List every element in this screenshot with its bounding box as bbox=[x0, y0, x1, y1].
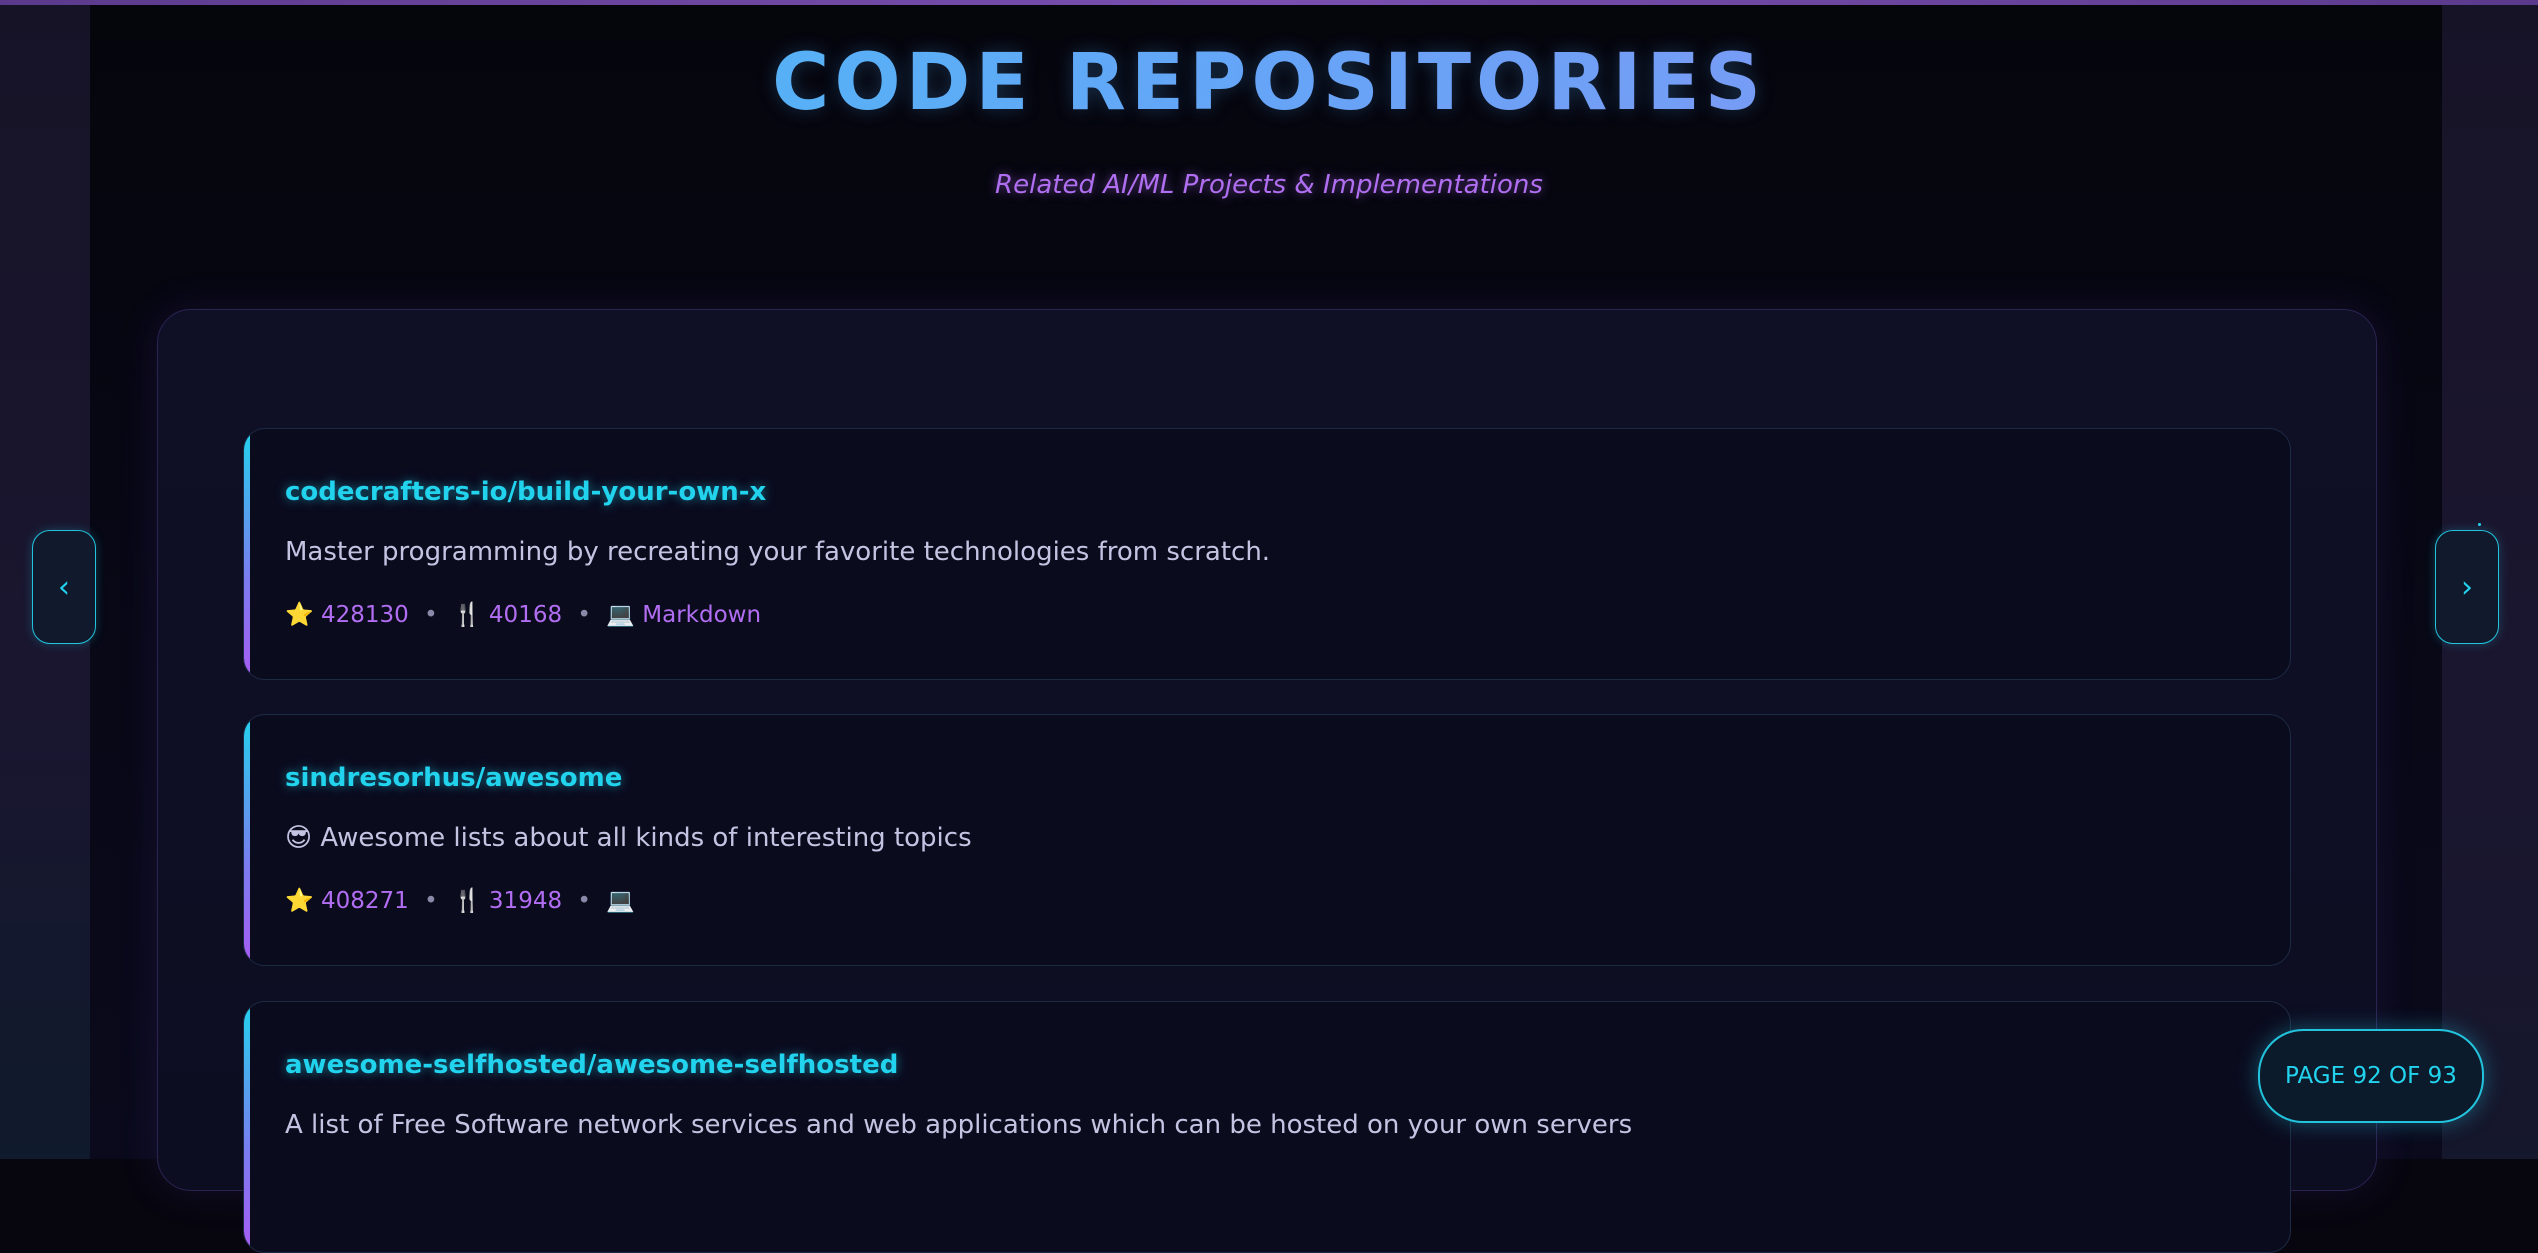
repo-name-link[interactable]: codecrafters-io/build-your-own-x bbox=[285, 477, 766, 507]
page-indicator-badge: PAGE 92 OF 93 bbox=[2258, 1029, 2484, 1123]
repo-description: A list of Free Software network services… bbox=[285, 1110, 1633, 1140]
meta-separator: • bbox=[577, 888, 591, 914]
prev-page-button[interactable]: ‹ bbox=[32, 530, 96, 644]
chevron-right-icon: › bbox=[2461, 569, 2473, 605]
chevron-left-icon: ‹ bbox=[58, 569, 70, 605]
repo-meta: ⭐ 428130 • 🍴 40168 • 💻 Markdown bbox=[285, 601, 761, 628]
repo-card[interactable]: awesome-selfhosted/awesome-selfhosted A … bbox=[243, 1001, 2291, 1253]
meta-separator: • bbox=[424, 602, 438, 628]
repo-forks: 40168 bbox=[488, 602, 563, 628]
next-page-button[interactable]: › bbox=[2435, 530, 2499, 644]
repo-stars: 428130 bbox=[320, 602, 409, 628]
repo-card[interactable]: sindresorhus/awesome 😎 Awesome lists abo… bbox=[243, 714, 2291, 966]
meta-separator: • bbox=[424, 888, 438, 914]
fork-icon: 🍴 bbox=[452, 602, 482, 628]
page-title: CODE REPOSITORIES bbox=[0, 38, 2538, 128]
repo-card[interactable]: codecrafters-io/build-your-own-x Master … bbox=[243, 428, 2291, 680]
meta-separator: • bbox=[577, 602, 591, 628]
page-subtitle: Related AI/ML Projects & Implementations bbox=[995, 170, 1543, 200]
repo-name-link[interactable]: awesome-selfhosted/awesome-selfhosted bbox=[285, 1050, 898, 1080]
repo-forks: 31948 bbox=[488, 888, 563, 914]
repo-meta: ⭐ 408271 • 🍴 31948 • 💻 bbox=[285, 887, 635, 914]
star-icon: ⭐ bbox=[285, 602, 314, 628]
repo-name-link[interactable]: sindresorhus/awesome bbox=[285, 763, 622, 793]
repo-description: 😎 Awesome lists about all kinds of inter… bbox=[285, 823, 972, 853]
fork-icon: 🍴 bbox=[452, 888, 482, 914]
laptop-icon: 💻 bbox=[606, 888, 635, 914]
indicator-dot bbox=[2478, 523, 2481, 526]
repo-stars: 408271 bbox=[320, 888, 409, 914]
repo-language: Markdown bbox=[642, 602, 762, 628]
repo-description: Master programming by recreating your fa… bbox=[285, 537, 1271, 567]
laptop-icon: 💻 bbox=[606, 602, 635, 628]
star-icon: ⭐ bbox=[285, 888, 314, 914]
